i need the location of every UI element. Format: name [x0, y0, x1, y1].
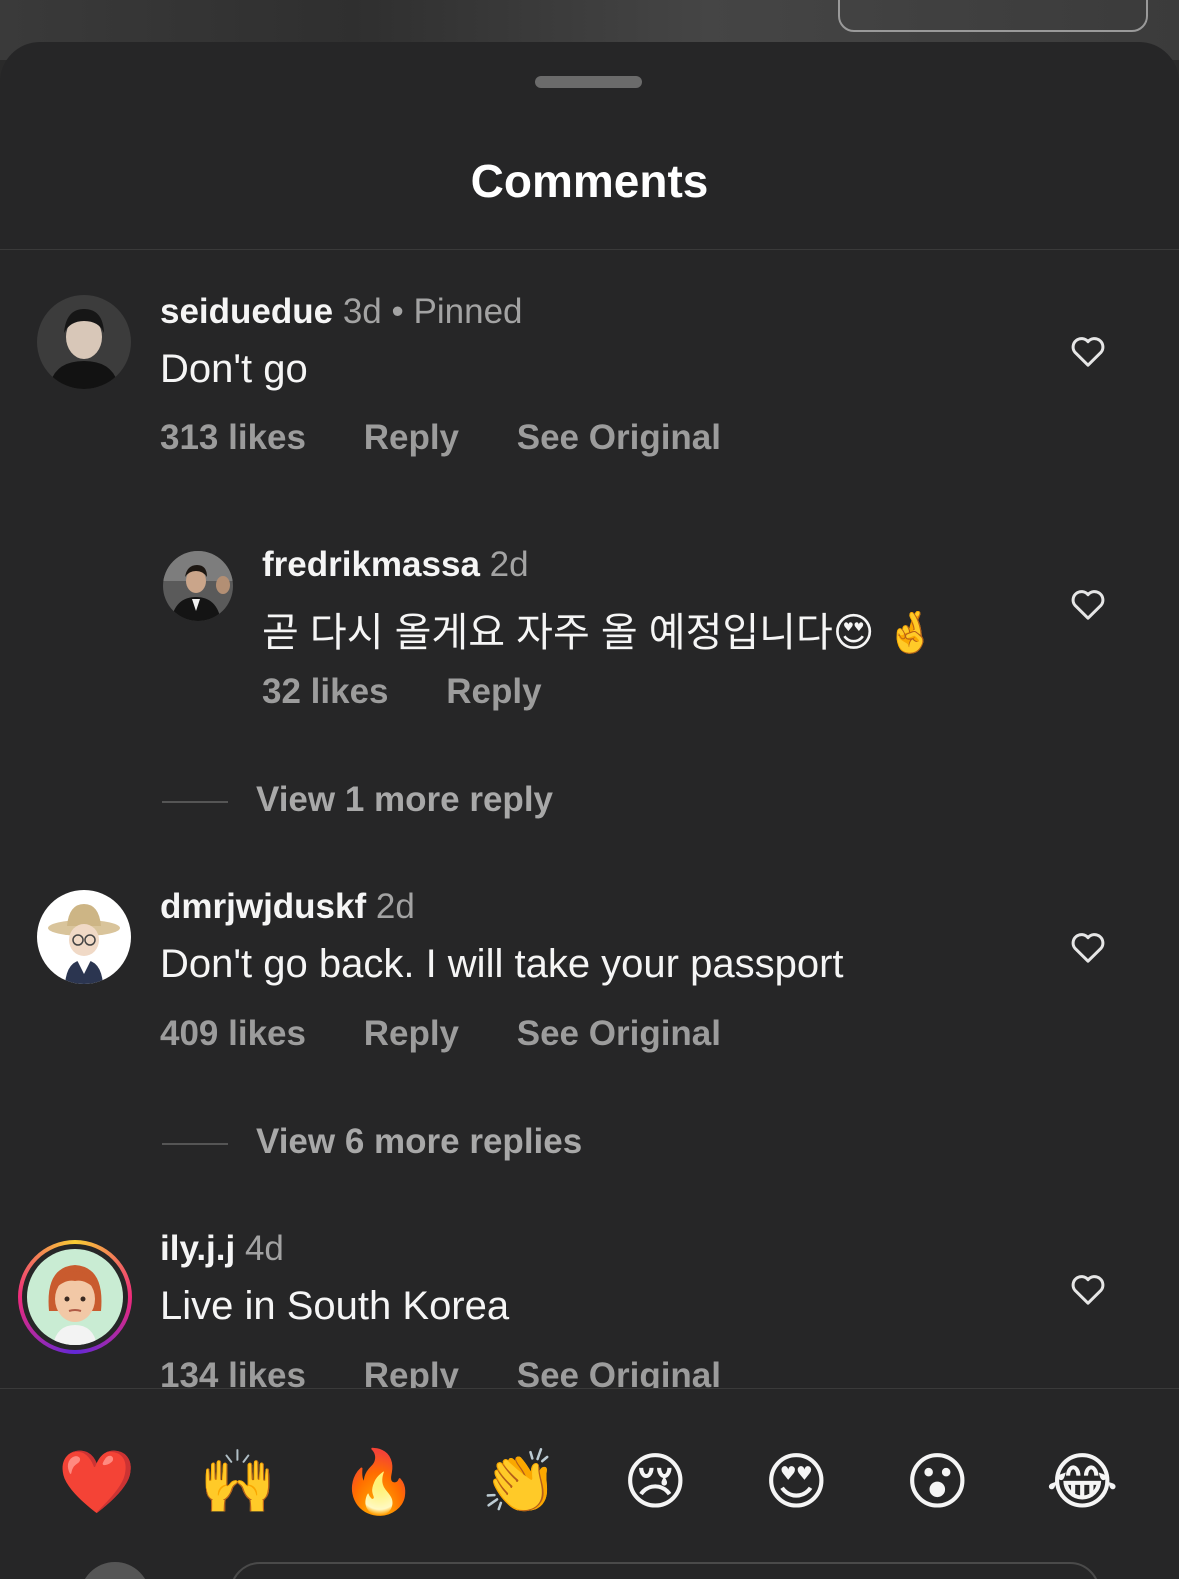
red-heart-emoji-button[interactable]: ❤️ [58, 1447, 135, 1517]
comments-sheet: Comments seiduedue 3d • Pinned Don't go … [0, 42, 1179, 1579]
timestamp: 2d [489, 545, 529, 584]
sheet-title: Comments [470, 155, 709, 207]
clapping-hands-emoji-button[interactable]: 👏 [481, 1447, 558, 1517]
heart-eyes-emoji-button[interactable]: 😍 [764, 1447, 829, 1517]
view-more-line [162, 1142, 228, 1145]
raising-hands-emoji-button[interactable]: 🙌 [199, 1447, 276, 1517]
sheet-grabber[interactable] [535, 76, 642, 88]
username[interactable]: ily.j.j [160, 1229, 235, 1268]
comment-text: Don't go back. I will take your passport [160, 942, 844, 986]
view-more-replies[interactable]: View 1 more reply [162, 780, 553, 820]
avatar-story-ring[interactable] [18, 1240, 132, 1354]
header-divider [0, 249, 1179, 250]
username[interactable]: fredrikmassa [262, 545, 480, 584]
view-more-label: View 6 more replies [256, 1122, 583, 1161]
fire-emoji-button[interactable]: 🔥 [340, 1447, 417, 1517]
avatar[interactable] [163, 551, 233, 621]
emoji-reaction-bar: ❤️ 🙌 🔥 👏 😢 😍 😮 😂 [0, 1388, 1179, 1579]
crying-face-emoji-button[interactable]: 😢 [623, 1447, 688, 1517]
likes-count[interactable]: 32 likes [262, 672, 389, 711]
timestamp: 4d [244, 1229, 284, 1268]
composer-avatar [80, 1562, 150, 1579]
heart-icon[interactable] [1068, 331, 1108, 371]
comment-input[interactable] [230, 1562, 1100, 1579]
tears-of-joy-emoji-button[interactable]: 😂 [1046, 1447, 1118, 1517]
avatar[interactable] [37, 890, 131, 984]
view-more-label: View 1 more reply [256, 780, 554, 819]
avatar[interactable] [37, 295, 131, 389]
comment-text: Don't go [160, 347, 308, 391]
likes-count[interactable]: 409 likes [160, 1014, 306, 1053]
comment-text: 곧 다시 올게요 자주 올 예정입니다😍 🤞 [262, 611, 936, 655]
timestamp: 2d [375, 887, 415, 926]
reply-button[interactable]: Reply [364, 418, 459, 457]
background-overlay-box [838, 0, 1148, 32]
username[interactable]: dmrjwjduskf [160, 887, 366, 926]
comment-text: Live in South Korea [160, 1284, 510, 1328]
username[interactable]: seiduedue [160, 292, 333, 331]
see-original-button[interactable]: See Original [517, 418, 721, 457]
pinned-label: Pinned [413, 292, 523, 331]
separator: • [391, 292, 404, 331]
comment-composer-row [0, 1562, 1179, 1579]
see-original-button[interactable]: See Original [517, 1014, 721, 1053]
heart-icon[interactable] [1068, 1269, 1108, 1309]
view-more-line [162, 800, 228, 803]
heart-icon[interactable] [1068, 584, 1108, 624]
timestamp: 3d [342, 292, 382, 331]
reply-button[interactable]: Reply [364, 1014, 459, 1053]
reply-button[interactable]: Reply [446, 672, 541, 711]
likes-count[interactable]: 313 likes [160, 418, 306, 457]
view-more-replies[interactable]: View 6 more replies [162, 1122, 582, 1162]
heart-icon[interactable] [1068, 927, 1108, 967]
surprised-face-emoji-button[interactable]: 😮 [905, 1447, 970, 1517]
